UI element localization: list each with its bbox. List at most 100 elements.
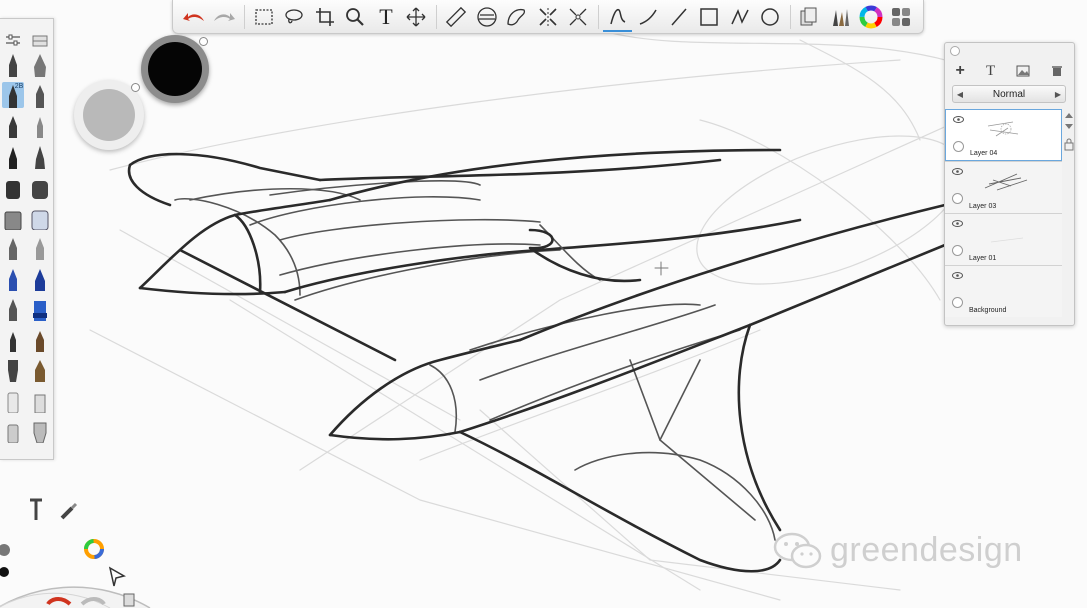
add-layer-icon[interactable]: +: [956, 62, 965, 80]
toolbar-divider: [436, 4, 438, 29]
zoom-icon[interactable]: [341, 2, 371, 32]
layer-name: Layer 03: [969, 203, 997, 210]
lagoon-select-icon[interactable]: [108, 566, 126, 587]
blue-pen-icon[interactable]: [2, 265, 24, 291]
text-icon[interactable]: T: [371, 2, 401, 32]
transform-icon[interactable]: [402, 2, 432, 32]
copic-library-icon[interactable]: [795, 2, 825, 32]
lagoon-puck-icon[interactable]: [0, 544, 10, 556]
layer-row[interactable]: Background: [945, 265, 1062, 317]
layer-editor-icon[interactable]: [887, 2, 917, 32]
layer-row[interactable]: Layer 03: [945, 161, 1062, 213]
brush-stroke-icon[interactable]: [602, 2, 633, 32]
eye-icon[interactable]: [952, 220, 963, 227]
marker-icon[interactable]: [2, 143, 24, 169]
ruler-icon[interactable]: [441, 2, 471, 32]
lagoon-color-dot-icon[interactable]: [0, 567, 9, 577]
perspective-icon[interactable]: [563, 2, 593, 32]
palette-menu-icon[interactable]: [29, 21, 51, 47]
technical-pen-icon[interactable]: [29, 51, 51, 78]
flat-brush-icon[interactable]: [2, 356, 24, 383]
layer-name: Layer 04: [970, 150, 998, 157]
paint-brush-icon[interactable]: [2, 326, 24, 352]
watermark: greendesign: [772, 530, 1023, 570]
highlighter-icon[interactable]: [2, 234, 24, 261]
secondary-color-puck[interactable]: [74, 80, 144, 150]
blue-marker-icon[interactable]: [29, 265, 51, 291]
toolbar-divider: [597, 4, 599, 29]
close-icon[interactable]: [950, 46, 960, 56]
lagoon-copy-icon[interactable]: [123, 593, 135, 607]
blue-highlighter-icon[interactable]: [29, 295, 51, 322]
blend-prev-icon[interactable]: ◀: [953, 90, 967, 99]
eye-icon[interactable]: [953, 116, 964, 123]
layer-opacity-handle[interactable]: [1063, 107, 1075, 159]
primary-color-swatch: [148, 42, 202, 96]
delete-layer-icon[interactable]: [1051, 65, 1063, 77]
layer-lock-icon[interactable]: [1063, 137, 1075, 151]
redo-icon[interactable]: [210, 2, 240, 32]
brush-palette: 2B: [0, 18, 54, 460]
rectangle-icon[interactable]: [694, 2, 724, 32]
primary-color-puck[interactable]: [141, 35, 209, 103]
oil-brush-icon[interactable]: [29, 326, 51, 352]
felt-pen-icon[interactable]: [29, 112, 51, 139]
wechat-logo-icon: [773, 532, 822, 569]
blend-mode-selector[interactable]: ◀ Normal ▶: [952, 85, 1066, 103]
round-brush-icon[interactable]: [29, 356, 51, 383]
undo-icon[interactable]: [179, 2, 209, 32]
airbrush-icon[interactable]: [2, 204, 24, 230]
line-icon[interactable]: [664, 2, 694, 32]
pencil-2b-brush-icon[interactable]: 2B: [2, 81, 25, 108]
layer-name: Layer 01: [969, 255, 997, 262]
chisel-marker-icon[interactable]: [2, 173, 24, 200]
layer-row[interactable]: Layer 04: [945, 109, 1062, 161]
ink-pen-icon[interactable]: [29, 143, 51, 169]
smudge-icon[interactable]: [2, 417, 24, 444]
eye-icon[interactable]: [952, 272, 963, 279]
rect-select-icon[interactable]: [249, 2, 279, 32]
layer-lock-toggle[interactable]: [952, 297, 963, 308]
pencil-brush-icon[interactable]: [2, 51, 24, 78]
ink-brush-icon[interactable]: [2, 295, 24, 322]
crop-icon[interactable]: [310, 2, 340, 32]
eye-icon[interactable]: [952, 168, 963, 175]
layer-row[interactable]: Layer 01: [945, 213, 1062, 265]
puck-handle-icon[interactable]: [131, 83, 140, 92]
steady-stroke-icon[interactable]: [633, 2, 663, 32]
symmetry-icon[interactable]: [533, 2, 563, 32]
polyline-icon[interactable]: [725, 2, 755, 32]
image-layer-icon[interactable]: [1016, 65, 1030, 77]
puck-handle-icon[interactable]: [199, 37, 208, 46]
layer-opacity-icon[interactable]: [1063, 111, 1075, 131]
lagoon-hammer-icon[interactable]: [30, 498, 42, 520]
ballpoint-pen-icon[interactable]: [29, 82, 51, 108]
ellipse-guide-icon[interactable]: [472, 2, 502, 32]
block-eraser-icon[interactable]: [29, 387, 51, 413]
lagoon-color-wheel-icon[interactable]: [84, 539, 104, 559]
text-layer-icon[interactable]: T: [986, 63, 995, 80]
layer-lock-toggle[interactable]: [953, 141, 964, 152]
fineliner-icon[interactable]: [2, 112, 24, 139]
lasso-icon[interactable]: [280, 2, 310, 32]
lagoon-brush-icon[interactable]: [60, 502, 78, 520]
palette-settings-icon[interactable]: [2, 21, 24, 47]
color-wheel-icon[interactable]: [856, 2, 886, 32]
ellipse-icon[interactable]: [756, 2, 786, 32]
brush-library-icon[interactable]: [826, 2, 856, 32]
layer-lock-toggle[interactable]: [952, 245, 963, 256]
blend-next-icon[interactable]: ▶: [1051, 90, 1065, 99]
texture-brush-icon[interactable]: [29, 417, 51, 444]
wide-marker-icon[interactable]: [29, 173, 51, 200]
layer-thumbnail: [990, 237, 1024, 243]
hard-eraser-icon[interactable]: [29, 234, 51, 261]
blend-mode-value: Normal: [992, 88, 1026, 100]
lagoon-menu[interactable]: [0, 480, 160, 608]
blender-icon[interactable]: [29, 204, 51, 230]
toolbar-divider: [790, 4, 792, 29]
layer-lock-toggle[interactable]: [952, 193, 963, 204]
layer-toolbar: + T: [945, 61, 1074, 81]
layer-panel: + T ◀ Normal ▶ Layer 04 Layer 03 Layer 0…: [944, 42, 1075, 326]
soft-eraser-icon[interactable]: [2, 387, 24, 413]
french-curve-icon[interactable]: [502, 2, 532, 32]
